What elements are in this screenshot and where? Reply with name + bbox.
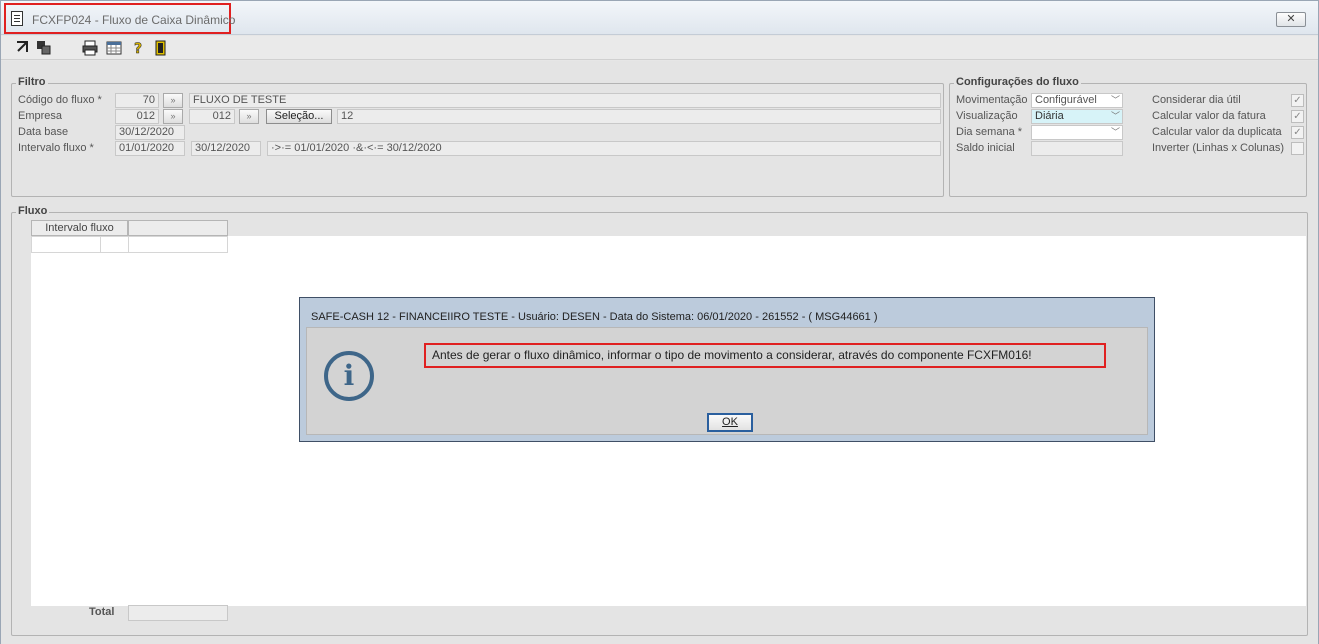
svg-text:?: ? (134, 41, 142, 56)
filtro-legend: Filtro (16, 76, 48, 88)
fluxo-legend: Fluxo (16, 205, 50, 217)
dialog-title: SAFE-CASH 12 - FINANCEIIRO TESTE - Usuár… (311, 311, 878, 323)
empresa-search-icon[interactable]: » (163, 109, 183, 124)
inverter-label: Inverter (Linhas x Colunas) (1152, 142, 1285, 154)
inverter-checkbox[interactable] (1291, 142, 1304, 155)
layers-icon[interactable] (36, 40, 52, 56)
message-dialog: SAFE-CASH 12 - FINANCEIIRO TESTE - Usuár… (299, 297, 1155, 442)
visualizacao-value: Diária (1035, 110, 1064, 122)
movimentacao-label: Movimentação (956, 94, 1028, 106)
arrow-icon[interactable] (14, 40, 30, 56)
codigo-fluxo-label: Código do fluxo * (18, 94, 102, 106)
data-base-field[interactable]: 30/12/2020 (115, 125, 185, 140)
calendar-grid-icon[interactable] (106, 40, 122, 56)
saldo-inicial-field[interactable] (1031, 141, 1123, 156)
config-legend: Configurações do fluxo (954, 76, 1081, 88)
calcular-fatura-checkbox[interactable]: ✓ (1291, 110, 1304, 123)
grid-cell[interactable] (128, 236, 228, 253)
chevron-down-icon: ﹀ (1110, 95, 1120, 105)
selecao-button[interactable]: Seleção... (266, 109, 332, 124)
codigo-fluxo-field[interactable]: 70 (115, 93, 159, 108)
dialog-body: i Antes de gerar o fluxo dinâmico, infor… (306, 327, 1148, 435)
main-window: FCXFP024 - Fluxo de Caixa Dinâmico ✕ ? F… (0, 0, 1319, 644)
chevron-down-icon: ﹀ (1110, 127, 1120, 137)
considerar-dia-util-checkbox[interactable]: ✓ (1291, 94, 1304, 107)
total-label: Total (89, 606, 115, 618)
codigo-fluxo-description: FLUXO DE TESTE (189, 93, 941, 108)
empresa-field-2[interactable]: 012 (189, 109, 235, 124)
empresa2-search-icon[interactable]: » (239, 109, 259, 124)
movimentacao-select[interactable]: Configurável ﹀ (1031, 93, 1123, 108)
info-icon: i (324, 351, 374, 401)
empresa-description: 12 (337, 109, 941, 124)
visualizacao-label: Visualização (956, 110, 1018, 122)
close-button[interactable]: ✕ (1276, 12, 1306, 27)
document-icon (11, 11, 23, 26)
intervalo-expression: ·>·= 01/01/2020 ·&·<·= 30/12/2020 (267, 141, 941, 156)
dia-semana-select[interactable]: ﹀ (1031, 125, 1123, 140)
dia-semana-label: Dia semana * (956, 126, 1023, 138)
calcular-duplicata-checkbox[interactable]: ✓ (1291, 126, 1304, 139)
considerar-dia-util-label: Considerar dia útil (1152, 94, 1241, 106)
intervalo-de-field[interactable]: 01/01/2020 (115, 141, 185, 156)
empresa-field[interactable]: 012 (115, 109, 159, 124)
print-icon[interactable] (82, 40, 98, 56)
toolbar: ? (1, 36, 1318, 60)
intervalo-fluxo-label: Intervalo fluxo * (18, 142, 94, 154)
visualizacao-select[interactable]: Diária ﹀ (1031, 109, 1123, 124)
calcular-fatura-label: Calcular valor da fatura (1152, 110, 1266, 122)
ok-button[interactable]: OK (707, 413, 753, 432)
data-base-label: Data base (18, 126, 69, 138)
chevron-down-icon: ﹀ (1110, 111, 1120, 121)
total-field (128, 605, 228, 621)
title-bar: FCXFP024 - Fluxo de Caixa Dinâmico ✕ (1, 1, 1318, 35)
window-title: FCXFP024 - Fluxo de Caixa Dinâmico (32, 13, 236, 27)
grid-cell[interactable] (100, 236, 129, 253)
empresa-label: Empresa (18, 110, 63, 122)
codigo-search-icon[interactable]: » (163, 93, 183, 108)
calcular-duplicata-label: Calcular valor da duplicata (1152, 126, 1282, 138)
help-icon[interactable]: ? (130, 40, 146, 58)
grid-cell[interactable] (31, 236, 101, 253)
col-intervalo-fluxo[interactable]: Intervalo fluxo (31, 220, 128, 236)
col-empty[interactable] (128, 220, 228, 236)
dialog-message: Antes de gerar o fluxo dinâmico, informa… (424, 343, 1106, 368)
saldo-inicial-label: Saldo inicial (956, 142, 1015, 154)
exit-door-icon[interactable] (153, 40, 169, 56)
movimentacao-value: Configurável (1035, 94, 1097, 106)
intervalo-ate-field[interactable]: 30/12/2020 (191, 141, 261, 156)
